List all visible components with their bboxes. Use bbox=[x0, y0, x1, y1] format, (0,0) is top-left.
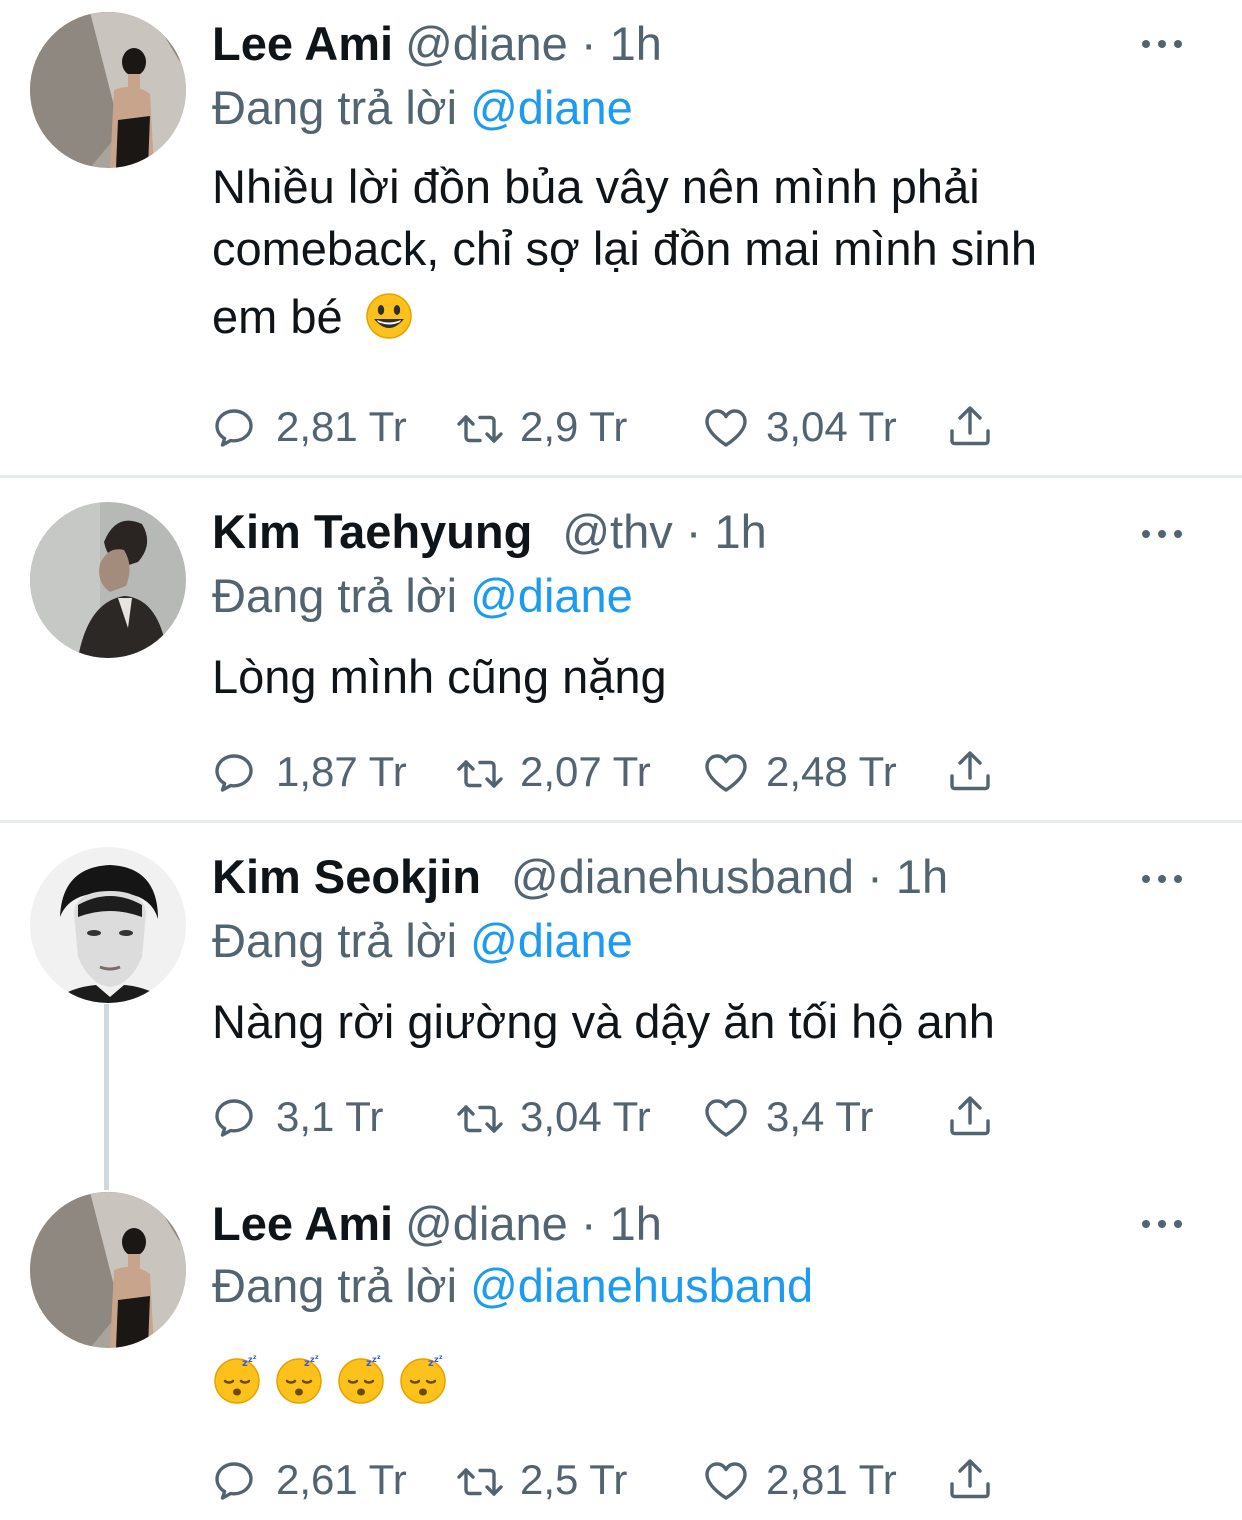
display-name[interactable]: Kim Seokjin bbox=[212, 850, 481, 903]
tweet-text: Nhiều lời đồn bủa vây nên mình phải come… bbox=[212, 156, 1192, 348]
reply-count: 2,81 Tr bbox=[276, 403, 407, 450]
share-icon bbox=[950, 406, 990, 446]
replying-to: Đang trả lời @dianehusband bbox=[212, 1256, 813, 1316]
mention-link[interactable]: @diane bbox=[470, 914, 633, 967]
share-icon bbox=[950, 1096, 990, 1136]
like-count: 2,81 Tr bbox=[766, 1456, 897, 1503]
tweet-header: Lee Ami @diane · 1h bbox=[212, 14, 662, 74]
mention-link[interactable]: @dianehusband bbox=[470, 1259, 813, 1312]
avatar[interactable] bbox=[30, 12, 186, 168]
tweet-text-segment: em bé bbox=[212, 290, 343, 343]
like-count: 2,48 Tr bbox=[766, 748, 897, 795]
tweet-text-line: comeback, chỉ sợ lại đồn mai mình sinh bbox=[212, 222, 1037, 275]
share-icon bbox=[950, 1459, 990, 1499]
retweet-count: 2,07 Tr bbox=[520, 748, 651, 795]
tweet-text-line: Nhiều lời đồn bủa vây nên mình phải bbox=[212, 160, 980, 213]
replying-to: Đang trả lời @diane bbox=[212, 566, 633, 626]
reply-icon bbox=[215, 1099, 253, 1137]
tweet-header: Kim Taehyung @thv · 1h bbox=[212, 502, 767, 562]
sleeping-face-emoji bbox=[399, 1352, 447, 1405]
handle-time[interactable]: @dianehusband · 1h bbox=[511, 850, 948, 903]
replying-to-label: Đang trả lời bbox=[212, 1259, 458, 1312]
tweet-header: Lee Ami @diane · 1h bbox=[212, 1194, 662, 1254]
replying-to-label: Đang trả lời bbox=[212, 81, 458, 134]
tweet[interactable]: Kim Taehyung @thv · 1h Đang trả lời @dian… bbox=[0, 478, 1242, 820]
display-name[interactable]: Lee Ami bbox=[212, 1197, 393, 1250]
tweet-header: Kim Seokjin @dianehusband · 1h bbox=[212, 847, 948, 907]
tweet-text-line: Lòng mình cũng nặng bbox=[212, 650, 667, 703]
reply-icon bbox=[215, 1462, 253, 1500]
smiley-emoji bbox=[365, 293, 412, 339]
handle-time[interactable]: @diane · 1h bbox=[405, 1197, 662, 1250]
handle-time[interactable]: @diane · 1h bbox=[405, 17, 662, 70]
handle-time[interactable]: @thv · 1h bbox=[562, 505, 766, 558]
like-count: 3,04 Tr bbox=[766, 403, 897, 450]
avatar[interactable] bbox=[30, 1192, 186, 1348]
retweet-icon bbox=[457, 1468, 503, 1496]
sleeping-face-emoji bbox=[213, 1352, 261, 1405]
tweet[interactable]: Kim Seokjin @dianehusband · 1h Đang trả l… bbox=[0, 823, 1242, 1183]
share-icon bbox=[950, 751, 990, 791]
mention-link[interactable]: @diane bbox=[470, 569, 633, 622]
tweet-text-line: Nàng rời giường và dậy ăn tối hộ anh bbox=[212, 995, 995, 1048]
like-icon bbox=[705, 1099, 747, 1137]
reply-count: 2,61 Tr bbox=[276, 1456, 407, 1503]
avatar[interactable] bbox=[30, 847, 186, 1003]
more-icon[interactable] bbox=[1140, 869, 1184, 889]
mention-link[interactable]: @diane bbox=[470, 81, 633, 134]
avatar[interactable] bbox=[30, 502, 186, 658]
sleeping-face-emoji bbox=[275, 1352, 323, 1405]
retweet-icon bbox=[457, 760, 503, 788]
like-icon bbox=[705, 409, 747, 447]
replying-to-label: Đang trả lời bbox=[212, 914, 458, 967]
more-icon[interactable] bbox=[1140, 524, 1184, 544]
more-icon[interactable] bbox=[1140, 1214, 1184, 1234]
tweet[interactable]: Lee Ami @diane · 1h Đang trả lời @diane N… bbox=[0, 0, 1242, 476]
tweet-text: Nàng rời giường và dậy ăn tối hộ anh bbox=[212, 991, 1192, 1053]
more-icon[interactable] bbox=[1140, 34, 1184, 54]
replying-to: Đang trả lời @diane bbox=[212, 78, 633, 138]
retweet-count: 2,5 Tr bbox=[520, 1456, 628, 1503]
replying-to: Đang trả lời @diane bbox=[212, 911, 633, 971]
tweet[interactable]: Lee Ami @diane · 1h Đang trả lời @dianehu… bbox=[0, 1180, 1242, 1520]
like-count: 3,4 Tr bbox=[766, 1093, 874, 1140]
tweet-text bbox=[212, 1352, 460, 1406]
reply-icon bbox=[215, 754, 253, 792]
tweet-text: Lòng mình cũng nặng bbox=[212, 646, 1192, 708]
reply-count: 3,1 Tr bbox=[276, 1093, 384, 1140]
reply-icon bbox=[215, 409, 253, 447]
display-name[interactable]: Kim Taehyung bbox=[212, 505, 532, 558]
retweet-count: 2,9 Tr bbox=[520, 403, 628, 450]
retweet-icon bbox=[457, 1105, 503, 1133]
like-icon bbox=[705, 754, 747, 792]
display-name[interactable]: Lee Ami bbox=[212, 17, 393, 70]
sleeping-face-emoji bbox=[337, 1352, 385, 1405]
tweet-text-line: em bé bbox=[212, 286, 1192, 348]
retweet-icon bbox=[457, 415, 503, 443]
replying-to-label: Đang trả lời bbox=[212, 569, 458, 622]
reply-count: 1,87 Tr bbox=[276, 748, 407, 795]
retweet-count: 3,04 Tr bbox=[520, 1093, 651, 1140]
like-icon bbox=[705, 1462, 747, 1500]
